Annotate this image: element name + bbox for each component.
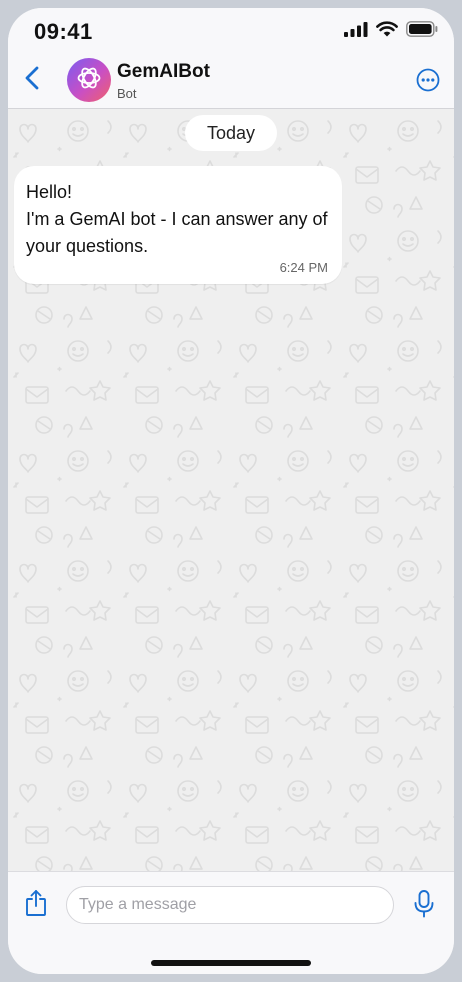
message-text-line: Hello!: [26, 182, 73, 202]
date-separator: Today: [185, 115, 277, 151]
microphone-icon: [412, 890, 436, 923]
share-upload-icon: [24, 890, 48, 921]
chevron-left-icon: [24, 66, 40, 95]
openai-logo-icon: [75, 64, 103, 97]
chat-header: GemAIBot Bot: [8, 52, 454, 109]
message-text-line: your questions.: [26, 236, 149, 256]
home-indicator[interactable]: [151, 960, 311, 966]
chat-subtitle: Bot: [117, 86, 137, 101]
status-time: 09:41: [34, 19, 93, 44]
ellipsis-circle-icon: [416, 68, 440, 96]
status-bar: 09:41: [8, 8, 454, 52]
share-button[interactable]: [24, 889, 48, 917]
more-options-button[interactable]: [416, 68, 440, 92]
phone-frame: 09:41 GemAIBot Bot Today Hello! I'm a Ge…: [0, 0, 462, 982]
back-button[interactable]: [18, 64, 46, 96]
message-composer: [8, 871, 454, 974]
signal-icon: [344, 21, 368, 42]
message-text-line: I'm a GemAI bot - I can answer any of: [26, 209, 328, 229]
message-input[interactable]: [66, 886, 394, 924]
chat-area[interactable]: Today Hello! I'm a GemAI bot - I can ans…: [8, 109, 454, 871]
battery-icon: [406, 20, 438, 42]
incoming-message-bubble[interactable]: Hello! I'm a GemAI bot - I can answer an…: [14, 166, 342, 284]
phone-screen: 09:41 GemAIBot Bot Today Hello! I'm a Ge…: [8, 8, 454, 974]
wifi-icon: [376, 20, 398, 42]
chat-title: GemAIBot: [117, 61, 210, 82]
avatar[interactable]: [67, 58, 111, 102]
microphone-button[interactable]: [412, 889, 436, 919]
message-timestamp: 6:24 PM: [279, 260, 328, 275]
status-icons: [344, 20, 438, 42]
